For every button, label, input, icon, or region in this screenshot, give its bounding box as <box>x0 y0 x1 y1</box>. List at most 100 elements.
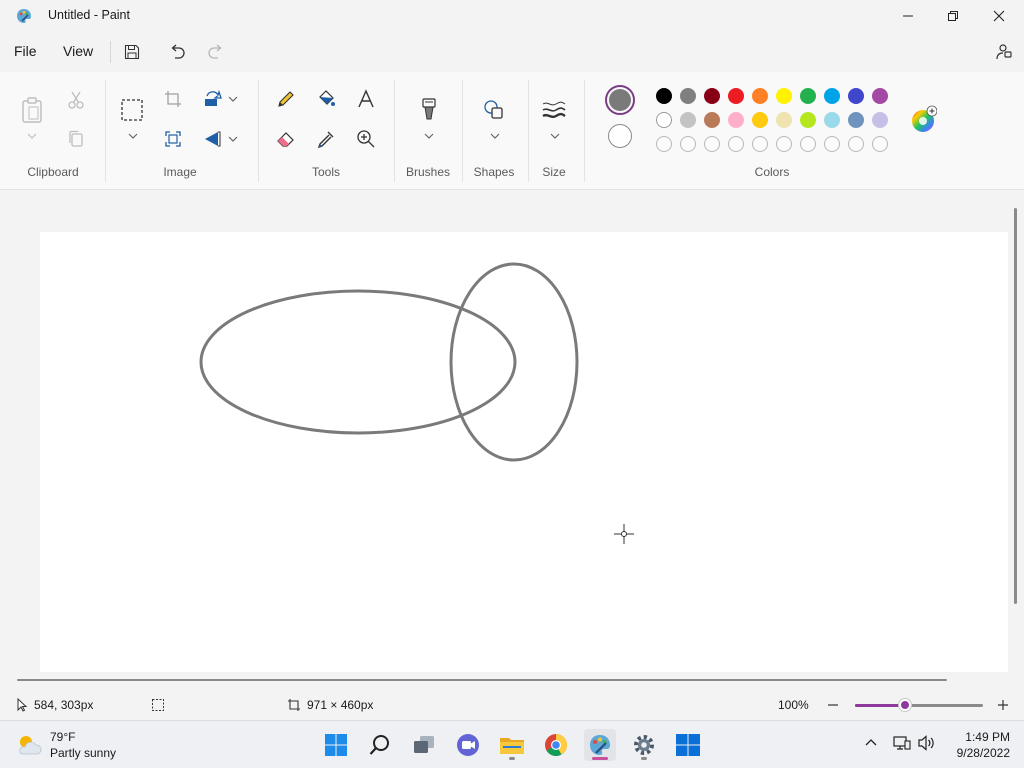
save-button[interactable] <box>119 39 145 65</box>
image-search-button[interactable] <box>159 125 187 153</box>
chrome-button[interactable] <box>540 729 572 761</box>
ribbon: Clipboard Image Tools Brushes Shapes Siz… <box>0 72 1024 190</box>
select-button[interactable] <box>118 96 146 124</box>
color-swatch[interactable] <box>656 88 672 104</box>
group-label-brushes: Brushes <box>405 165 451 179</box>
search-button[interactable] <box>364 729 396 761</box>
share-button[interactable] <box>991 39 1017 65</box>
color-swatch[interactable] <box>776 112 792 128</box>
close-button[interactable] <box>976 0 1022 32</box>
color-picker-button[interactable] <box>312 125 340 153</box>
size-button[interactable] <box>540 96 568 124</box>
color-swatch[interactable] <box>752 112 768 128</box>
paste-button[interactable] <box>17 94 47 126</box>
rotate-dropdown-icon[interactable] <box>228 95 238 103</box>
size-dropdown-icon[interactable] <box>550 132 560 140</box>
color-swatch[interactable] <box>824 88 840 104</box>
group-label-clipboard: Clipboard <box>27 165 79 179</box>
color-swatch[interactable] <box>752 88 768 104</box>
color-swatch[interactable] <box>872 112 888 128</box>
undo-button[interactable] <box>164 39 190 65</box>
color-swatch[interactable] <box>800 88 816 104</box>
select-dropdown-icon[interactable] <box>128 132 138 140</box>
custom-color-slot[interactable] <box>728 136 744 152</box>
ribbon-divider <box>584 80 585 182</box>
zoom-out-button[interactable] <box>827 699 839 711</box>
color-swatch[interactable] <box>848 112 864 128</box>
menu-file[interactable]: File <box>11 42 40 60</box>
eraser-button[interactable] <box>272 125 300 153</box>
custom-color-slot[interactable] <box>872 136 888 152</box>
copy-button[interactable] <box>62 125 90 153</box>
color-swatch[interactable] <box>704 112 720 128</box>
edit-colors-button[interactable] <box>908 104 938 134</box>
zoom-in-icon <box>998 700 1008 710</box>
custom-color-slot[interactable] <box>680 136 696 152</box>
drawn-ellipse <box>199 289 517 435</box>
shapes-dropdown-icon[interactable] <box>490 132 500 140</box>
fill-button[interactable] <box>312 85 340 113</box>
store-button[interactable] <box>672 729 704 761</box>
volume-button[interactable] <box>918 735 936 751</box>
flip-dropdown-icon[interactable] <box>228 135 238 143</box>
custom-color-slot[interactable] <box>848 136 864 152</box>
start-button[interactable] <box>320 729 352 761</box>
teams-chat-button[interactable] <box>452 729 484 761</box>
text-button[interactable] <box>352 85 380 113</box>
cut-button[interactable] <box>62 86 90 114</box>
menu-view[interactable]: View <box>60 42 96 60</box>
minimize-button[interactable] <box>885 0 931 32</box>
color-swatch[interactable] <box>800 112 816 128</box>
brush-dropdown-icon[interactable] <box>424 132 434 140</box>
settings-button[interactable] <box>628 729 660 761</box>
group-label-size: Size <box>542 165 566 179</box>
flip-button[interactable] <box>199 125 227 153</box>
resize-button[interactable] <box>199 85 227 113</box>
store-icon <box>676 734 700 756</box>
custom-color-slot[interactable] <box>776 136 792 152</box>
task-view-button[interactable] <box>408 729 440 761</box>
weather-widget[interactable]: 79°F Partly sunny <box>16 729 116 761</box>
custom-color-slot[interactable] <box>824 136 840 152</box>
zoom-slider-thumb[interactable] <box>898 699 911 711</box>
horizontal-scrollbar[interactable] <box>17 679 947 681</box>
running-indicator <box>641 757 647 760</box>
paste-dropdown-icon[interactable] <box>27 132 37 140</box>
pencil-button[interactable] <box>272 85 300 113</box>
redo-button[interactable] <box>203 39 229 65</box>
drawing-canvas[interactable] <box>40 232 1008 672</box>
restore-button[interactable] <box>930 0 976 32</box>
magnifier-button[interactable] <box>352 125 380 153</box>
secondary-color-button[interactable] <box>608 124 632 148</box>
weather-temp: 79°F <box>50 730 76 744</box>
paint-taskbar-button[interactable] <box>584 729 616 761</box>
zoom-in-button[interactable] <box>997 699 1009 711</box>
clock-time: 1:49 PM <box>965 730 1010 744</box>
color-swatch[interactable] <box>728 112 744 128</box>
color-swatch[interactable] <box>728 88 744 104</box>
show-hidden-icons-button[interactable] <box>864 735 878 749</box>
file-explorer-button[interactable] <box>496 729 528 761</box>
title-bar[interactable]: Untitled - Paint <box>0 0 1024 32</box>
cursor-position: 584, 303px <box>16 698 93 712</box>
color-swatch[interactable] <box>704 88 720 104</box>
custom-color-slot[interactable] <box>656 136 672 152</box>
clock[interactable]: 1:49 PM 9/28/2022 <box>940 729 1010 761</box>
primary-color-button[interactable] <box>605 85 635 115</box>
vertical-scrollbar[interactable] <box>1014 208 1017 604</box>
color-swatch[interactable] <box>872 88 888 104</box>
shapes-button[interactable] <box>480 96 508 124</box>
color-swatch[interactable] <box>680 88 696 104</box>
custom-color-slot[interactable] <box>752 136 768 152</box>
zoom-slider[interactable] <box>855 699 983 711</box>
brush-button[interactable] <box>415 96 443 124</box>
color-swatch[interactable] <box>680 112 696 128</box>
color-swatch[interactable] <box>824 112 840 128</box>
custom-color-slot[interactable] <box>800 136 816 152</box>
color-swatch[interactable] <box>848 88 864 104</box>
color-swatch[interactable] <box>776 88 792 104</box>
color-swatch[interactable] <box>656 112 672 128</box>
custom-color-slot[interactable] <box>704 136 720 152</box>
crop-button[interactable] <box>159 85 187 113</box>
network-button[interactable] <box>893 735 911 751</box>
